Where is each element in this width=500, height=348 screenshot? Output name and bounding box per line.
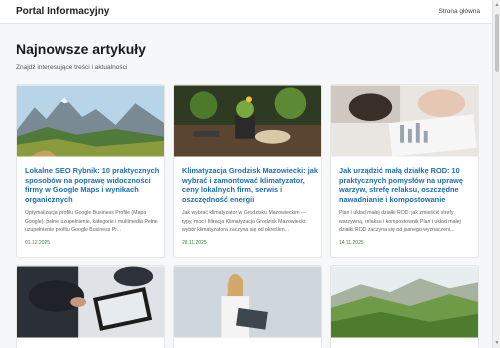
top-navbar: Portal Informacyjny Strona główna: [0, 0, 492, 24]
article-card[interactable]: [330, 265, 479, 348]
article-title[interactable]: Jak urządzić małą działkę ROD: 10 prakty…: [339, 166, 475, 204]
article-date: 28.11.2025: [182, 240, 207, 246]
article-card[interactable]: Lokalne SEO Rybnik: 10 praktycznych spos…: [16, 84, 165, 258]
article-image-mountains[interactable]: [17, 85, 164, 157]
article-image-office-documents[interactable]: [331, 85, 478, 157]
page-scrollbar[interactable]: ▲ ▼: [492, 0, 500, 348]
article-image-gardening[interactable]: [174, 85, 321, 157]
article-date: 14.11.2025: [339, 240, 364, 246]
article-excerpt: Plan i układ małej działki ROD: jak zmie…: [339, 210, 461, 234]
article-title[interactable]: Klimatyzacja Grodzisk Mazowiecki: jak wy…: [182, 166, 318, 204]
article-card[interactable]: Klimatyzacja Grodzisk Mazowiecki: jak wy…: [173, 84, 322, 258]
scrollbar-thumb[interactable]: [495, 14, 499, 72]
article-image-woman-laptop[interactable]: [174, 266, 321, 338]
page-title: Najnowsze artykuły: [16, 41, 146, 57]
scroll-up-arrow-icon[interactable]: ▲: [494, 2, 500, 8]
article-card[interactable]: [16, 265, 165, 348]
article-excerpt: Jak wybrać klimatyzator w Grodzisku Mazo…: [182, 210, 307, 234]
article-image-business-meeting[interactable]: [17, 266, 164, 338]
article-card[interactable]: [173, 265, 322, 348]
article-date: 01.12.2025: [25, 240, 51, 246]
article-card[interactable]: Jak urządzić małą działkę ROD: 10 prakty…: [330, 84, 479, 258]
page-subtitle: Znajdź interesujące treści i aktualności: [16, 64, 128, 71]
site-brand[interactable]: Portal Informacyjny: [16, 6, 109, 17]
article-image-hills[interactable]: [331, 266, 478, 338]
nav-link-home[interactable]: Strona główna: [438, 8, 480, 15]
article-excerpt: Optymalizacja profilu Google Business Pr…: [25, 210, 158, 234]
scroll-down-arrow-icon[interactable]: ▼: [494, 340, 500, 346]
article-title[interactable]: Lokalne SEO Rybnik: 10 praktycznych spos…: [25, 166, 161, 204]
